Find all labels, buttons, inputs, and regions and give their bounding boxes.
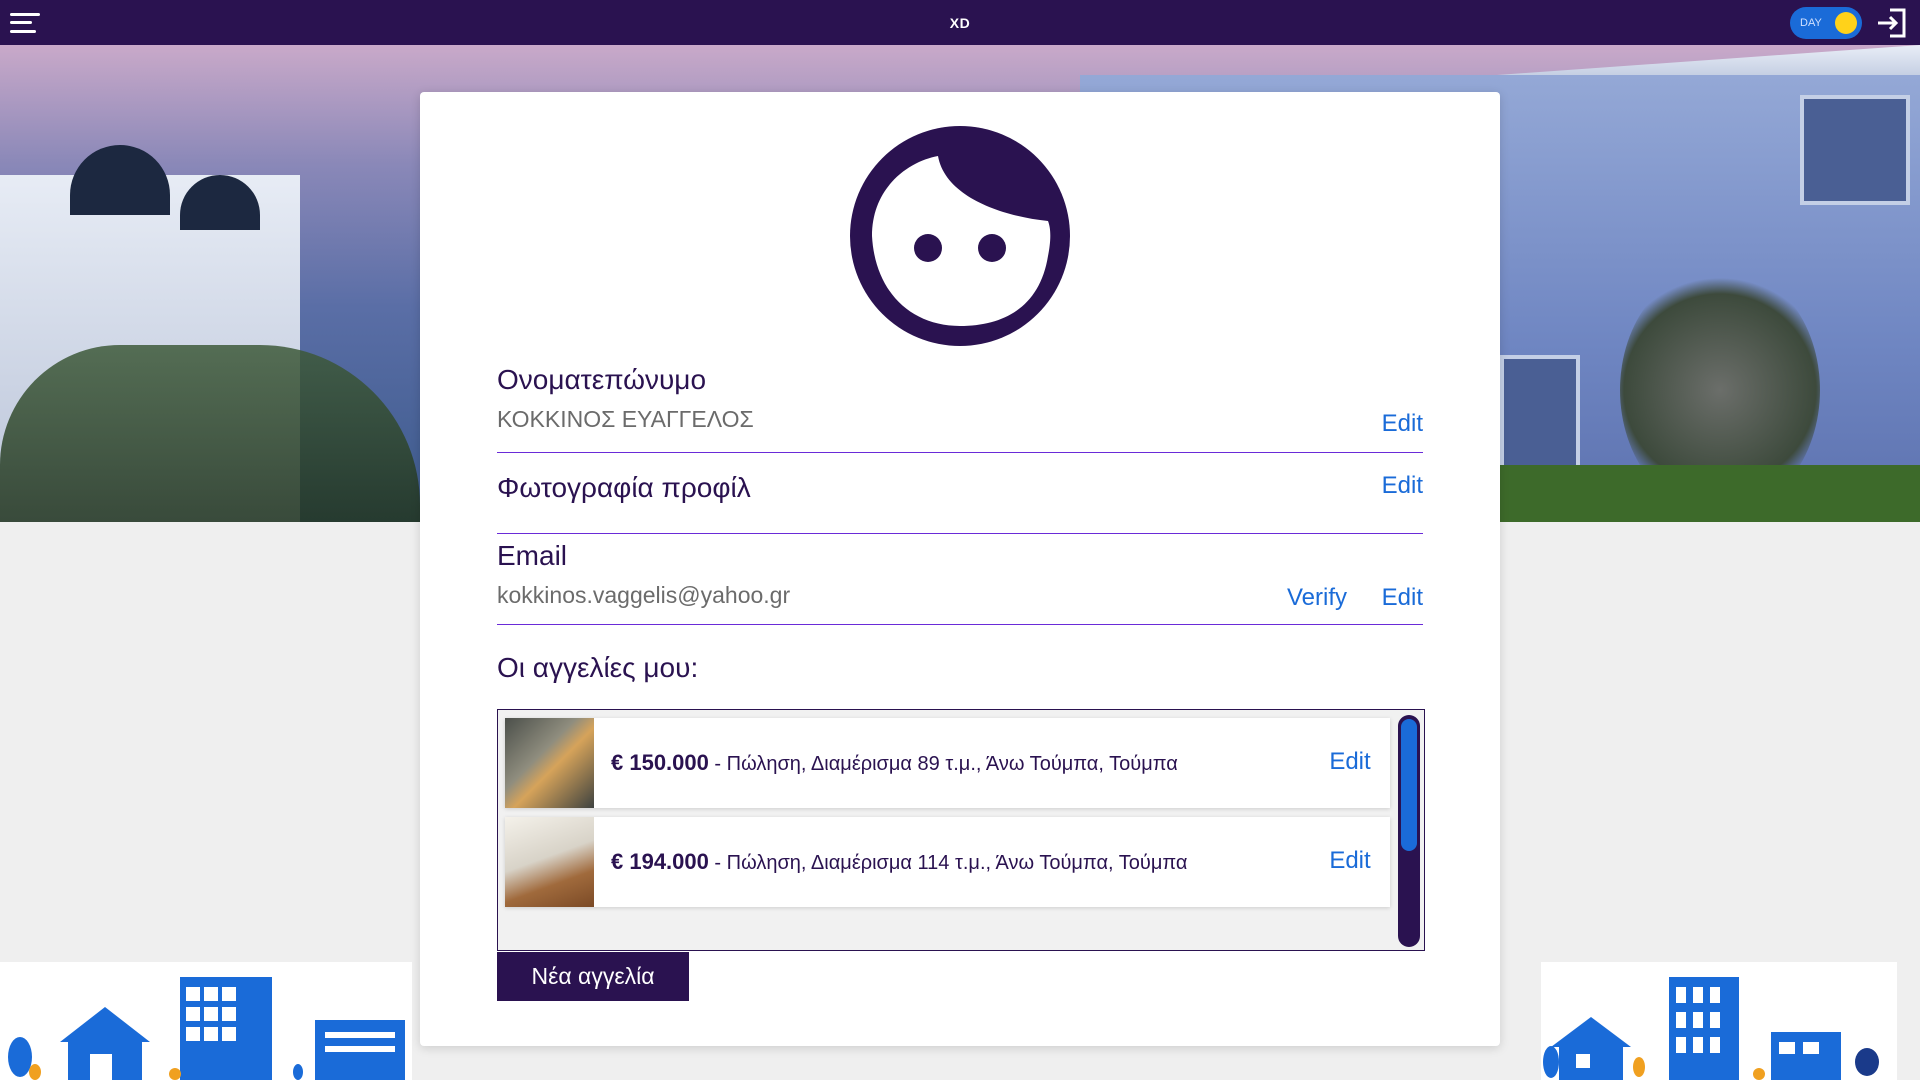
sun-icon [1835, 11, 1857, 34]
listing-text: € 194.000 - Πώληση, Διαμέρισμα 114 τ.μ.,… [611, 849, 1187, 875]
edit-name-link[interactable]: Edit [1382, 410, 1423, 438]
listing-text: € 150.000 - Πώληση, Διαμέρισμα 89 τ.μ., … [611, 750, 1178, 776]
listing-item[interactable]: € 150.000 - Πώληση, Διαμέρισμα 89 τ.μ., … [505, 718, 1390, 808]
top-bar: XD DAY [0, 0, 1920, 45]
listing-description: - Πώληση, Διαμέρισμα 89 τ.μ., Άνω Τούμπα… [708, 753, 1178, 775]
listings-scroll-box[interactable]: € 150.000 - Πώληση, Διαμέρισμα 89 τ.μ., … [497, 709, 1425, 951]
listing-item[interactable]: € 194.000 - Πώληση, Διαμέρισμα 114 τ.μ.,… [505, 817, 1390, 907]
scrollbar-thumb[interactable] [1401, 719, 1417, 851]
listing-description: - Πώληση, Διαμέρισμα 114 τ.μ., Άνω Τούμπ… [708, 852, 1188, 874]
verify-email-link[interactable]: Verify [1287, 584, 1347, 612]
theme-toggle[interactable]: DAY [1790, 6, 1862, 39]
divider [497, 533, 1423, 534]
divider [497, 624, 1423, 625]
city-illustration-right [1541, 962, 1897, 1080]
photo-label: Φωτογραφία προφίλ [497, 472, 751, 503]
avatar-icon[interactable] [850, 126, 1070, 346]
edit-listing-link[interactable]: Edit [1310, 847, 1390, 875]
new-listing-button[interactable]: Νέα αγγελία [497, 952, 689, 1001]
listing-thumbnail[interactable] [505, 718, 594, 808]
name-label: Ονοματεπώνυμο [497, 364, 707, 395]
listing-price: € 194.000 [611, 849, 709, 874]
edit-photo-link[interactable]: Edit [1382, 472, 1423, 500]
name-field: Ονοματεπώνυμο ΚΟΚΚΙΝΟΣ ΕΥΑΓΓΕΛΟΣ Edit [497, 364, 1423, 454]
theme-toggle-label: DAY [1800, 16, 1822, 29]
email-field: Email kokkinos.vaggelis@yahoo.gr Verify … [497, 540, 1423, 630]
name-value: ΚΟΚΚΙΝΟΣ ΕΥΑΓΓΕΛΟΣ [497, 406, 754, 432]
city-illustration-left [0, 962, 412, 1080]
email-value: kokkinos.vaggelis@yahoo.gr [497, 582, 791, 608]
email-label: Email [497, 540, 568, 571]
listing-thumbnail[interactable] [505, 817, 594, 907]
edit-listing-link[interactable]: Edit [1310, 748, 1390, 776]
brand-logo[interactable]: XD [950, 15, 970, 31]
edit-email-link[interactable]: Edit [1382, 584, 1423, 612]
profile-card: Ονοματεπώνυμο ΚΟΚΚΙΝΟΣ ΕΥΑΓΓΕΛΟΣ Edit Φω… [420, 92, 1500, 1046]
listing-price: € 150.000 [611, 750, 709, 775]
photo-field: Φωτογραφία προφίλ Edit [497, 472, 1423, 534]
hamburger-menu-icon[interactable] [10, 10, 40, 36]
login-icon[interactable] [1876, 6, 1910, 40]
listings-scrollbar[interactable] [1398, 715, 1420, 947]
divider [497, 452, 1423, 453]
my-listings-title: Οι αγγελίες μου: [497, 652, 699, 683]
